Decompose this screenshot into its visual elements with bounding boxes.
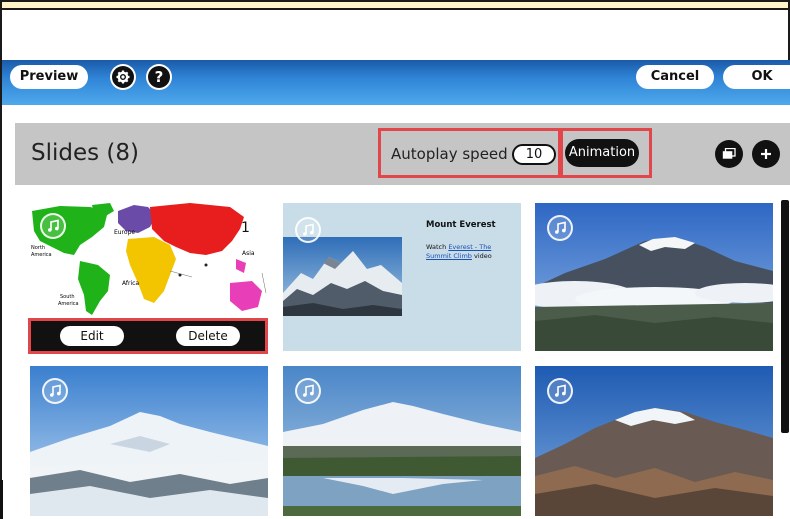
- watch-text: Watch: [426, 243, 447, 251]
- animation-button[interactable]: Animation: [565, 139, 639, 167]
- help-icon: ?: [148, 66, 170, 88]
- gear-icon: [112, 66, 134, 88]
- music-note-icon: [295, 378, 321, 404]
- top-strip: [0, 0, 790, 10]
- map-label-asia: Asia: [242, 250, 255, 257]
- map-label-south-america: America: [58, 301, 79, 307]
- music-note-icon: [547, 215, 573, 241]
- slide-thumbnail-4[interactable]: [30, 366, 268, 516]
- slide-thumbnail-3[interactable]: [535, 203, 773, 351]
- map-label-north: North: [31, 245, 45, 251]
- music-note-icon: [295, 217, 321, 243]
- map-label-europe: Europe: [114, 229, 135, 236]
- help-button[interactable]: ?: [146, 64, 172, 90]
- cancel-button[interactable]: Cancel: [636, 65, 714, 89]
- music-note-icon: [547, 378, 573, 404]
- music-note-icon: [40, 213, 66, 239]
- left-edge: [0, 480, 3, 519]
- plus-icon: [761, 149, 771, 159]
- ok-button[interactable]: OK: [723, 65, 790, 89]
- slide-thumbnail-5[interactable]: [283, 366, 521, 516]
- duplicate-slide-button[interactable]: [715, 140, 743, 168]
- slide-actions-bar: Edit Delete: [28, 318, 268, 354]
- world-map-image: Europe Asia North America Africa South A…: [30, 203, 268, 318]
- slide-description: Watch Everest - The Summit Climb video: [426, 243, 516, 261]
- map-label-america: America: [31, 252, 52, 258]
- top-blank-panel: [0, 10, 790, 62]
- slides-title: Slides (8): [31, 140, 140, 166]
- add-slide-button[interactable]: [752, 140, 780, 168]
- edit-button[interactable]: Edit: [60, 326, 124, 346]
- settings-button[interactable]: [110, 64, 136, 90]
- copy-icon: [722, 148, 736, 159]
- video-suffix: video: [474, 252, 492, 260]
- map-label-south: South: [60, 294, 75, 300]
- slide-thumbnail-6[interactable]: [535, 366, 773, 516]
- music-note-icon: [42, 378, 68, 404]
- map-label-africa: Africa: [122, 280, 139, 287]
- autoplay-speed-input[interactable]: 10: [512, 144, 556, 165]
- slide-thumbnail-2[interactable]: Mount Everest Watch Everest - The Summit…: [283, 203, 521, 351]
- slide-heading: Mount Everest: [426, 220, 496, 230]
- vertical-scrollbar[interactable]: [781, 200, 789, 433]
- delete-button[interactable]: Delete: [176, 326, 240, 346]
- autoplay-speed-label: Autoplay speed: [391, 145, 508, 163]
- preview-button[interactable]: Preview: [10, 65, 88, 89]
- slide-number: 1: [241, 220, 250, 236]
